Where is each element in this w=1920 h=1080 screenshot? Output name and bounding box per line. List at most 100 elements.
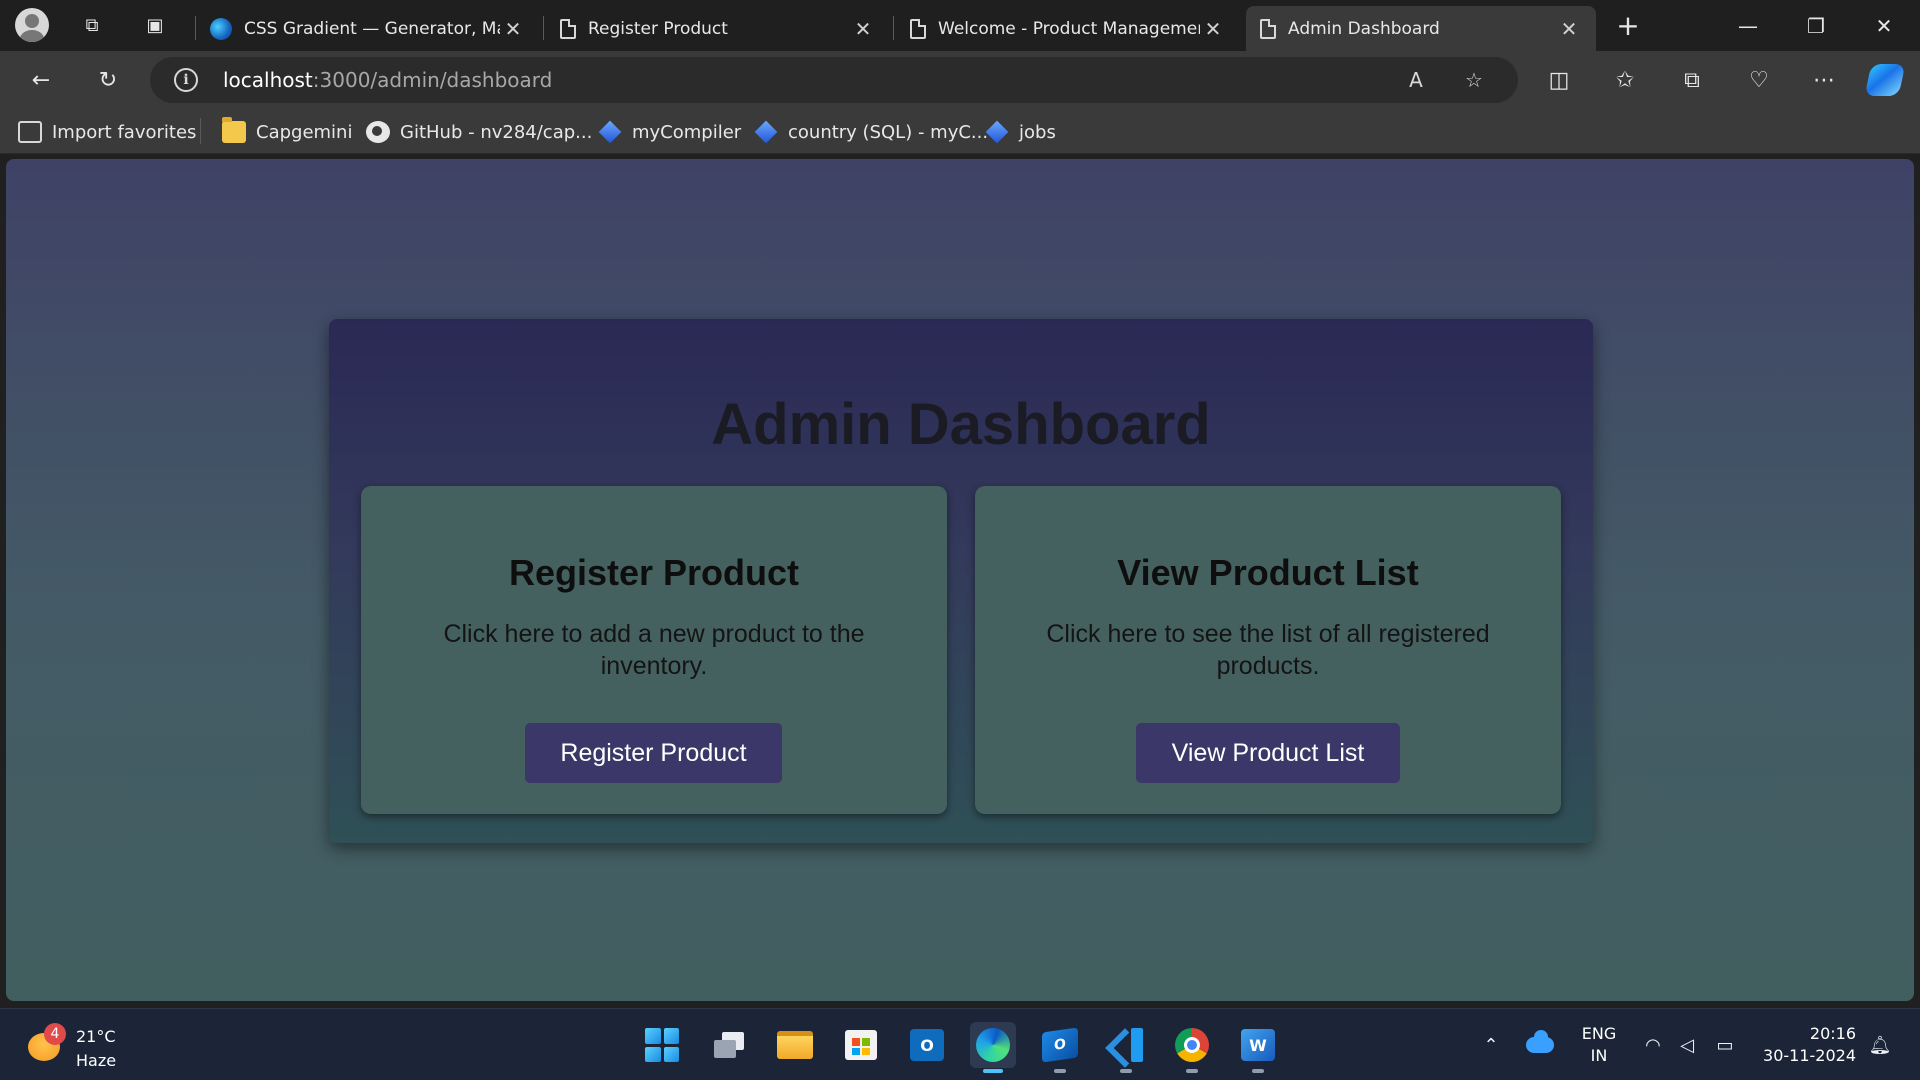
- vertical-tabs-icon[interactable]: ▣: [138, 8, 172, 42]
- favorite-label: Import favorites: [52, 121, 197, 143]
- running-indicator: [983, 1069, 1003, 1073]
- new-tab-button[interactable]: +: [1611, 8, 1645, 42]
- tab-title: Admin Dashboard: [1288, 18, 1440, 39]
- tab-welcome-product-management[interactable]: Welcome - Product Managemen ✕: [896, 6, 1240, 51]
- card-description: Click here to add a new product to the i…: [443, 620, 865, 680]
- page-favicon-icon: [1260, 18, 1276, 39]
- wifi-icon[interactable]: ◠: [1638, 1023, 1668, 1067]
- back-arrow-icon[interactable]: ←: [23, 62, 59, 98]
- favorite-label: Capgemini: [256, 121, 353, 143]
- task-view-icon: [714, 1032, 744, 1058]
- browser-essentials-icon[interactable]: ♡: [1741, 62, 1777, 98]
- read-aloud-icon[interactable]: A: [1401, 65, 1431, 95]
- task-view-button[interactable]: [706, 1022, 752, 1068]
- tab-close-icon[interactable]: ✕: [1200, 17, 1226, 41]
- workspaces-icon[interactable]: ⧉: [75, 8, 109, 42]
- tab-admin-dashboard[interactable]: Admin Dashboard ✕: [1246, 6, 1596, 51]
- dashboard-container: Admin Dashboard Register Product Click h…: [329, 319, 1593, 843]
- tab-divider: [543, 16, 544, 40]
- running-indicator: [1120, 1069, 1132, 1073]
- windows-logo-icon: [645, 1028, 679, 1062]
- page-viewport: Admin Dashboard Register Product Click h…: [6, 159, 1914, 1001]
- start-button[interactable]: [639, 1022, 685, 1068]
- onedrive-icon[interactable]: [1524, 1023, 1556, 1067]
- card-heading: View Product List: [1117, 552, 1419, 593]
- view-product-list-card: View Product List Click here to see the …: [975, 486, 1561, 814]
- copilot-icon[interactable]: [1864, 64, 1906, 96]
- tab-title: Register Product: [588, 18, 728, 39]
- favorite-capgemini[interactable]: Capgemini: [222, 117, 352, 147]
- weather-widget[interactable]: 4 21°C Haze: [24, 1023, 144, 1070]
- microsoft-store-button[interactable]: [838, 1022, 884, 1068]
- tab-css-gradient[interactable]: CSS Gradient — Generator, Mak ✕: [196, 6, 540, 51]
- favorite-github[interactable]: GitHub - nv284/cap...: [366, 117, 592, 147]
- favorite-mycompiler[interactable]: myCompiler: [598, 117, 741, 147]
- weather-temperature: 21°C: [76, 1027, 116, 1046]
- favorites-icon[interactable]: ✩: [1607, 62, 1643, 98]
- volume-icon[interactable]: ◁: [1672, 1023, 1702, 1067]
- microsoft-store-icon: [845, 1030, 877, 1060]
- register-product-button[interactable]: Register Product: [525, 723, 782, 783]
- refresh-icon[interactable]: ↻: [90, 62, 126, 98]
- running-indicator: [1252, 1069, 1264, 1073]
- edge-favicon-icon: [210, 17, 232, 40]
- new-outlook-button[interactable]: O: [1037, 1022, 1083, 1073]
- tab-title: Welcome - Product Managemen: [938, 18, 1200, 39]
- battery-icon[interactable]: ▭: [1710, 1023, 1740, 1067]
- file-explorer-icon: [777, 1031, 813, 1059]
- restore-icon[interactable]: ❐: [1782, 0, 1850, 51]
- register-product-card: Register Product Click here to add a new…: [361, 486, 947, 814]
- close-window-icon[interactable]: ✕: [1850, 0, 1918, 51]
- outlook-icon: O: [910, 1029, 944, 1061]
- favorite-import[interactable]: Import favorites: [18, 117, 196, 147]
- page-favicon-icon: [910, 18, 926, 39]
- show-hidden-icons-chevron-up-icon[interactable]: ⌃: [1478, 1023, 1504, 1067]
- vscode-button[interactable]: [1103, 1022, 1149, 1073]
- favorite-country-sql[interactable]: country (SQL) - myC...: [754, 117, 988, 147]
- page-title: Admin Dashboard: [711, 392, 1211, 457]
- page-favicon-icon: [560, 18, 576, 39]
- tab-divider: [893, 16, 894, 40]
- card-description: Click here to see the list of all regist…: [1046, 620, 1490, 680]
- file-explorer-button[interactable]: [772, 1022, 818, 1068]
- notification-bell-icon[interactable]: 🔔︎: [1866, 1023, 1894, 1067]
- more-options-icon[interactable]: ⋯: [1806, 62, 1842, 98]
- profile-avatar[interactable]: [15, 8, 49, 42]
- word-button[interactable]: W: [1235, 1022, 1281, 1073]
- favorite-label: GitHub - nv284/cap...: [400, 121, 593, 143]
- tab-close-icon[interactable]: ✕: [500, 17, 526, 41]
- system-clock[interactable]: 20:16 30-11-2024: [1752, 1023, 1856, 1067]
- tab-close-icon[interactable]: ✕: [850, 17, 876, 41]
- favorite-label: myCompiler: [632, 121, 742, 143]
- mycompiler-icon: [985, 120, 1009, 144]
- address-bar[interactable]: i localhost:3000/admin/dashboard A ☆: [150, 57, 1518, 103]
- weather-description: Haze: [76, 1051, 117, 1070]
- browser-toolbar: ← ↻ i localhost:3000/admin/dashboard A ☆…: [0, 51, 1920, 109]
- tab-register-product[interactable]: Register Product ✕: [546, 6, 890, 51]
- chrome-icon: [1175, 1028, 1209, 1062]
- url-text[interactable]: localhost:3000/admin/dashboard: [223, 68, 552, 92]
- word-icon: W: [1241, 1029, 1275, 1061]
- favorite-star-icon[interactable]: ☆: [1459, 65, 1489, 95]
- import-icon: [18, 121, 42, 143]
- windows-taskbar: 4 21°C Haze O O W ⌃ ENG IN ◠ ◁ ▭ 20:16 3…: [0, 1008, 1920, 1080]
- browser-tab-strip: ⧉ ▣ CSS Gradient — Generator, Mak ✕ Regi…: [0, 0, 1920, 51]
- favorite-label: jobs: [1019, 121, 1056, 143]
- tab-close-icon[interactable]: ✕: [1556, 17, 1582, 41]
- mycompiler-icon: [598, 120, 622, 144]
- github-icon: [366, 121, 390, 143]
- favorites-bar: Import favorites Capgemini GitHub - nv28…: [0, 109, 1920, 154]
- site-info-icon[interactable]: i: [174, 68, 198, 92]
- collections-icon[interactable]: ⧉: [1674, 62, 1710, 98]
- minimize-icon[interactable]: —: [1714, 0, 1782, 51]
- chrome-button[interactable]: [1169, 1022, 1215, 1073]
- split-screen-icon[interactable]: ◫: [1541, 62, 1577, 98]
- favorite-jobs[interactable]: jobs: [985, 117, 1056, 147]
- outlook-button[interactable]: O: [904, 1022, 950, 1068]
- view-product-list-button[interactable]: View Product List: [1136, 723, 1400, 783]
- edge-button[interactable]: [970, 1022, 1016, 1073]
- running-indicator: [1054, 1069, 1066, 1073]
- vscode-icon: [1109, 1028, 1143, 1062]
- favorites-divider: [200, 118, 201, 144]
- language-indicator[interactable]: ENG IN: [1574, 1023, 1624, 1067]
